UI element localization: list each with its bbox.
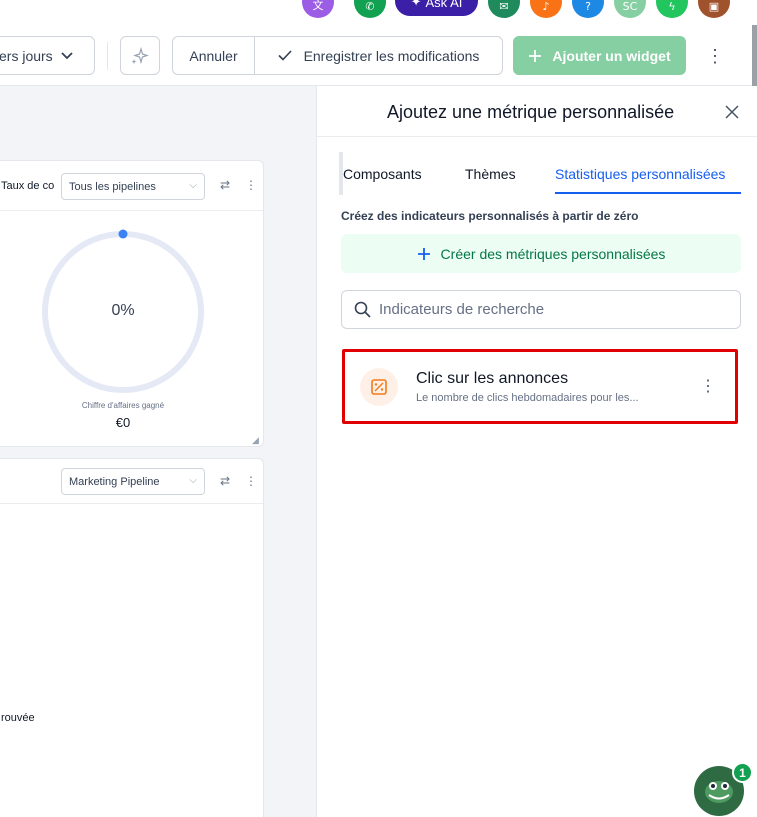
kebab-icon[interactable]: ⋮	[245, 474, 257, 488]
filter-icon[interactable]: ⇄	[220, 178, 230, 192]
metric-kebab-icon[interactable]: ⋮	[700, 376, 716, 396]
close-icon[interactable]	[725, 105, 739, 119]
progress-percent: 0%	[111, 302, 135, 319]
revenue-value: €0	[115, 415, 131, 430]
date-range-select[interactable]: ers jours	[0, 36, 95, 75]
cancel-label: Annuler	[189, 47, 238, 64]
chevron-down-icon	[61, 51, 73, 59]
search-icon	[354, 301, 371, 318]
scrollbar[interactable]	[752, 25, 757, 87]
widget-title: Taux de co	[1, 180, 55, 192]
create-button-label: Créer des métriques personnalisées	[440, 245, 666, 262]
chevron-down-icon: ⌵	[189, 180, 197, 191]
search-placeholder: Indicateurs de recherche	[379, 301, 545, 318]
cancel-button[interactable]: Annuler	[172, 36, 255, 75]
save-label: Enregistrer les modifications	[303, 47, 480, 64]
pipeline-select[interactable]: Marketing Pipeline ⌵	[61, 468, 205, 495]
tab-custom-stats[interactable]: Statistiques personnalisées	[555, 166, 725, 182]
check-icon	[277, 50, 292, 61]
card-divider	[0, 503, 263, 504]
metric-name: Clic sur les annonces	[416, 370, 569, 387]
lightning-icon[interactable]: ϟ	[656, 0, 688, 18]
avatar-initials: SC	[622, 0, 638, 13]
plus-icon	[529, 49, 542, 62]
create-custom-metrics-button[interactable]: Créer des métriques personnalisées	[341, 234, 741, 273]
metric-icon-circle	[360, 368, 398, 406]
widget-card-marketing: Marketing Pipeline ⌵ ⇄ ⋮ rouvée	[0, 458, 264, 817]
user-avatar[interactable]: SC	[614, 0, 646, 18]
drawer-header-divider	[317, 136, 757, 137]
dashboard-toolbar: ers jours Annuler Enregistrer les modifi…	[0, 25, 757, 86]
help-icon[interactable]: ?	[572, 0, 604, 18]
search-input[interactable]: Indicateurs de recherche	[341, 290, 741, 329]
sparkle-icon: ✦	[410, 0, 422, 9]
resize-handle-icon[interactable]: ◢	[252, 435, 259, 446]
add-widget-label: Ajouter un widget	[552, 47, 671, 64]
notification-badge: 1	[732, 762, 753, 783]
megaphone-icon[interactable]: ✉	[488, 0, 520, 18]
widget-card-conversion: Taux de co Tous les pipelines ⌵ ⇄ ⋮ 0% C…	[0, 160, 264, 447]
metric-item-ad-clicks[interactable]: Clic sur les annonces Le nombre de clics…	[342, 349, 738, 424]
help-glyph: ?	[585, 0, 591, 13]
save-changes-button[interactable]: Enregistrer les modifications	[254, 36, 503, 75]
pipeline-select-label: Marketing Pipeline	[69, 475, 160, 488]
ask-ai-label: Ask AI	[425, 0, 463, 10]
progress-ring-dot	[118, 229, 128, 239]
custom-metric-drawer: Ajoutez une métrique personnalisée Compo…	[316, 86, 757, 817]
section-caption: Créez des indicateurs personnalisés à pa…	[341, 209, 639, 223]
chevron-down-icon: ⌵	[189, 475, 197, 486]
tab-components[interactable]: Composants	[343, 166, 422, 182]
filter-icon[interactable]: ⇄	[220, 474, 230, 488]
alligator-mascot-icon	[705, 781, 733, 803]
phone-icon[interactable]: ✆	[354, 0, 386, 18]
tab-themes[interactable]: Thèmes	[465, 166, 516, 182]
ask-ai-button[interactable]: ✦ Ask AI	[395, 0, 478, 16]
translate-icon[interactable]: 文	[302, 0, 334, 18]
plus-icon	[417, 247, 430, 260]
toolbar-divider	[107, 42, 108, 70]
pipeline-select[interactable]: Tous les pipelines ⌵	[61, 173, 205, 200]
add-widget-button[interactable]: Ajouter un widget	[513, 36, 686, 75]
percent-chart-icon	[371, 379, 387, 395]
sparkle-icon	[131, 46, 149, 64]
metric-description: Le nombre de clics hebdomadaires pour le…	[416, 392, 639, 404]
revenue-caption: Chiffre d'affaires gagné	[81, 401, 165, 410]
more-options-icon[interactable]: ⋮	[705, 43, 725, 69]
badge-count: 1	[739, 765, 746, 780]
bell-icon[interactable]: ♪	[530, 0, 562, 18]
gift-icon[interactable]: ▣	[698, 0, 730, 18]
pipeline-select-label: Tous les pipelines	[69, 180, 156, 193]
top-icon-strip: 文 ✆ ✦ Ask AI ✉ ♪ ? SC ϟ ▣	[0, 0, 757, 25]
date-range-label: ers jours	[0, 47, 53, 64]
empty-state-text: rouvée	[1, 712, 35, 724]
drawer-title: Ajoutez une métrique personnalisée	[387, 102, 675, 122]
card-divider	[0, 210, 263, 211]
ai-sparkle-button[interactable]	[120, 36, 160, 75]
active-tab-underline	[555, 192, 741, 194]
kebab-icon[interactable]: ⋮	[245, 178, 257, 192]
